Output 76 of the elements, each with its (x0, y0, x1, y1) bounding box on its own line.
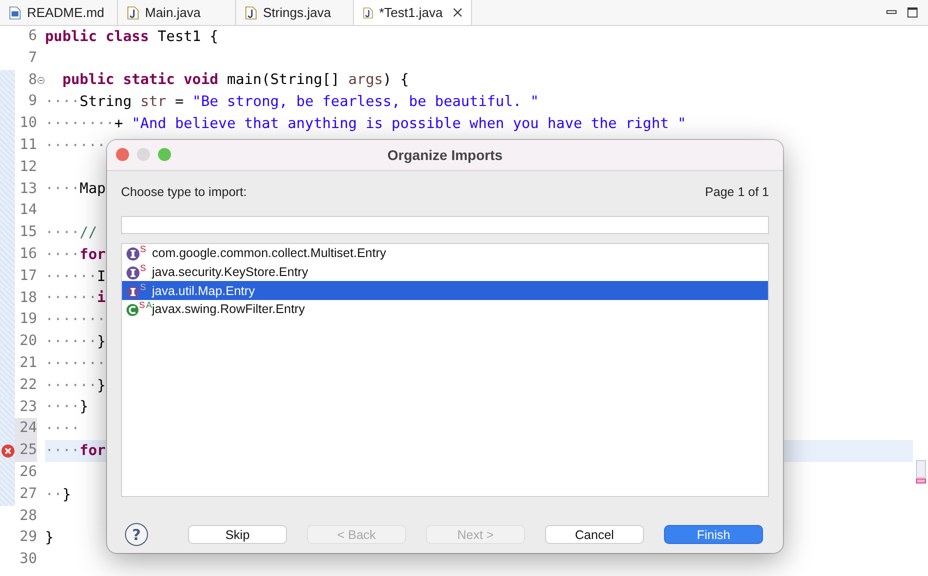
line-number: 6 (27, 27, 37, 46)
line-number: 16 (18, 244, 37, 264)
line-number: 17 (18, 266, 37, 286)
prompt-label: Choose type to import: (121, 185, 247, 199)
line-number: 9 (27, 92, 37, 112)
line-number: 28 (18, 506, 37, 526)
code-line: ······I (45, 268, 106, 285)
line-number: 7 (27, 48, 37, 68)
editor-tab[interactable]: README.md (0, 0, 118, 25)
line-number: 22 (18, 376, 37, 395)
type-item[interactable]: S java.util.Map.Entry (122, 281, 768, 300)
dialog-title: Organize Imports (387, 147, 503, 163)
line-number: 8 (27, 70, 37, 90)
code-line: public class Test1 { (45, 28, 218, 45)
java-file-icon (363, 6, 374, 20)
collapse-icon[interactable] (37, 76, 45, 85)
type-item[interactable]: S com.google.common.collect.Multiset.Entry (122, 244, 768, 263)
dialog-button[interactable]: Cancel (545, 525, 644, 544)
code-line: ····for (45, 443, 106, 460)
editor-tab[interactable]: Main.java (118, 0, 236, 25)
line-number: 11 (18, 136, 37, 155)
code-line: ···· (45, 421, 80, 438)
editor-tab[interactable]: *Test1.java (354, 0, 472, 25)
line-number: 26 (18, 462, 37, 482)
document-icon (9, 6, 21, 20)
line-number: 15 (18, 223, 37, 242)
line-number: 12 (18, 158, 37, 177)
close-icon[interactable] (452, 7, 462, 18)
code-line: ······· (45, 138, 106, 154)
maximize-icon[interactable] (907, 7, 918, 18)
java-file-icon (245, 6, 257, 20)
line-number: 23 (18, 398, 37, 417)
page-indicator: Page 1 of 1 (705, 185, 769, 199)
type-item[interactable]: S java.security.KeyStore.Entry (122, 262, 768, 282)
line-number: 18 (18, 288, 37, 308)
line-number: 24 (15, 418, 37, 440)
code-line: ······i (45, 290, 106, 306)
code-line: ······· (45, 312, 106, 328)
code-line: ····// (45, 225, 97, 242)
code-line: ····Map (45, 181, 106, 198)
java-file-icon (127, 6, 139, 20)
code-line: ··} (45, 486, 71, 503)
code-line: ····String str = "Be strong, be fearless, be beautiful. " (45, 94, 539, 110)
code-line: } (45, 530, 54, 546)
code-line: ····} (45, 399, 88, 416)
line-number: 25 (15, 440, 37, 462)
interface-icon (126, 284, 140, 299)
line-number: 19 (18, 310, 37, 330)
modifier-mark: S (140, 245, 146, 254)
line-number: 21 (18, 354, 37, 373)
line-number: 14 (18, 201, 37, 220)
line-number: 30 (18, 550, 37, 570)
modifier-mark: A (146, 301, 152, 310)
code-line: ······} (45, 334, 106, 350)
line-number: 20 (18, 332, 37, 352)
overview-ruler-drawing (916, 460, 926, 484)
interface-icon (126, 247, 140, 262)
code-line: ····for (45, 246, 106, 263)
dialog-button[interactable]: Skip (188, 525, 287, 544)
filter-field[interactable] (121, 216, 769, 234)
code-line: ······} (45, 378, 106, 394)
line-number: 27 (18, 484, 37, 504)
modifier-mark: S (140, 282, 146, 292)
dialog-button[interactable]: Finish (664, 525, 763, 544)
help-button[interactable]: ? (125, 523, 148, 546)
code-line: public static void main(String[] args) { (61, 72, 409, 88)
interface-icon (126, 266, 140, 280)
line-number: 10 (18, 114, 37, 134)
line-number: 13 (18, 180, 37, 199)
line-number: 29 (18, 528, 37, 548)
modifier-mark: S (138, 301, 145, 310)
code-line: ······· (45, 356, 106, 372)
code-line: ········+ "And believe that anything is possible when you have the right " (45, 116, 686, 132)
modifier-mark: S (140, 264, 146, 274)
close-button[interactable] (116, 148, 129, 161)
class-icon (126, 303, 139, 318)
